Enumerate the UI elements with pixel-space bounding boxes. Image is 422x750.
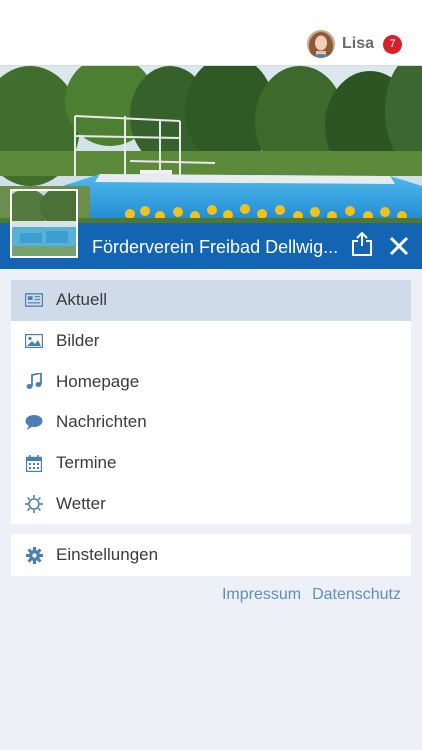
sun-icon [25,494,43,513]
menu-item-label: Termine [56,453,117,473]
speech-bubble-icon [25,413,43,431]
top-bar: Lisa 7 [0,0,422,66]
settings-label: Einstellungen [56,545,159,564]
menu-item-wetter[interactable]: Wetter [11,483,411,524]
share-button[interactable] [350,231,374,257]
menu-item-bilder[interactable]: Bilder [11,321,411,362]
menu-item-einstellungen[interactable]: Einstellungen [11,534,411,576]
menu-item-label: Nachrichten [56,412,147,432]
footer-links: Impressum Datenschutz [211,586,401,604]
music-note-icon [25,373,43,391]
calendar-icon [25,454,43,472]
menu-item-homepage[interactable]: Homepage [11,361,411,402]
close-icon [389,236,409,256]
menu-item-aktuell[interactable]: Aktuell [11,280,411,321]
menu-item-label: Aktuell [56,290,108,310]
menu-item-label: Homepage [56,371,140,391]
image-icon [25,332,43,350]
notification-badge[interactable]: 7 [383,34,402,54]
group-menu: Aktuell Bilder Homepage Nachrichten Term… [11,280,411,525]
datenschutz-link[interactable]: Datenschutz [312,586,401,604]
menu-item-nachrichten[interactable]: Nachrichten [11,402,411,443]
gear-icon [25,546,43,564]
user-name[interactable]: Lisa [342,35,374,53]
share-icon [352,231,372,256]
menu-item-termine[interactable]: Termine [11,443,411,484]
menu-item-label: Bilder [56,331,100,351]
impressum-link[interactable]: Impressum [222,586,301,604]
newspaper-icon [25,291,43,309]
group-thumbnail[interactable] [10,189,78,258]
group-title: Förderverein Freibad Dellwig... [92,237,339,257]
menu-item-label: Wetter [56,493,106,513]
close-button[interactable] [387,234,411,258]
user-profile[interactable]: Lisa 7 [306,30,402,58]
avatar[interactable] [306,30,335,58]
